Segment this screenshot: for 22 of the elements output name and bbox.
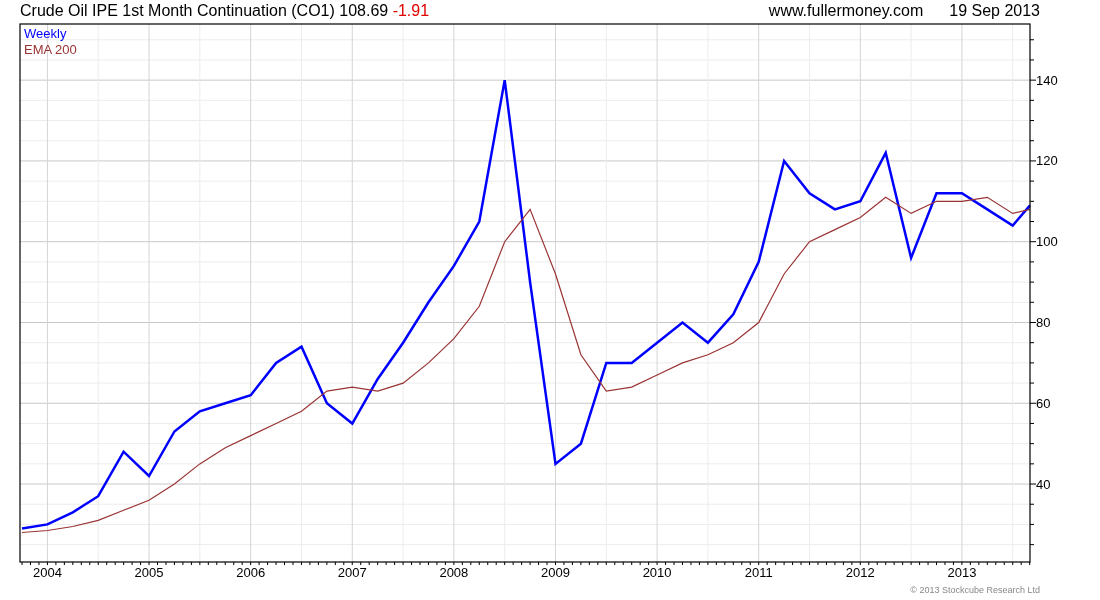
- x-tick-label: 2010: [642, 565, 672, 580]
- legend-label: EMA 200: [24, 42, 77, 57]
- chart-date: 19 Sep 2013: [949, 2, 1040, 20]
- x-tick-label: 2007: [337, 565, 367, 580]
- chart-title: Crude Oil IPE 1st Month Continuation (CO1) 108.69 -1.91: [20, 2, 431, 20]
- y-tick-label: 80: [1036, 315, 1051, 330]
- legend-label: Weekly: [24, 26, 67, 41]
- x-tick-label: 2009: [541, 565, 570, 580]
- source-url: www.fullermoney.com: [768, 2, 924, 20]
- y-tick-label: 40: [1036, 476, 1051, 492]
- x-tick-label: 2008: [439, 565, 469, 580]
- y-tick-label: 120: [1036, 153, 1058, 169]
- x-tick-label: 2005: [134, 565, 164, 580]
- x-tick-label: 2011: [744, 565, 773, 580]
- x-tick-label: 2006: [236, 565, 266, 580]
- x-tick-label: 2012: [845, 565, 875, 580]
- y-tick-label: 100: [1036, 234, 1058, 250]
- copyright-text: © 2013 Stockcube Research Ltd: [910, 585, 1040, 595]
- y-tick-label: 60: [1036, 395, 1051, 411]
- x-tick-label: 2013: [947, 565, 977, 580]
- x-tick-label: 2004: [32, 565, 62, 580]
- y-tick-label: 140: [1036, 72, 1058, 88]
